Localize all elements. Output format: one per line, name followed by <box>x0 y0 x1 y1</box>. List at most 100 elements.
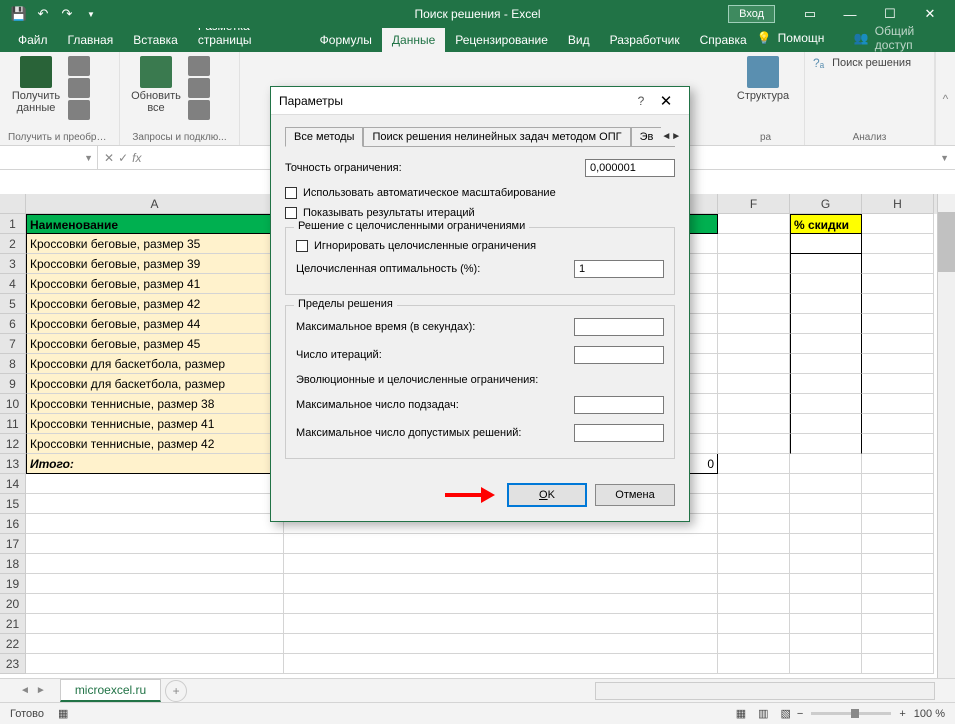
max-subproblems-input[interactable] <box>574 396 664 414</box>
cell[interactable] <box>790 554 862 574</box>
cell[interactable] <box>26 534 284 554</box>
dialog-close-icon[interactable]: ✕ <box>651 92 681 110</box>
cell[interactable]: % скидки <box>790 214 862 234</box>
zoom-in-icon[interactable]: + <box>899 708 905 720</box>
cell[interactable] <box>862 554 934 574</box>
cell[interactable] <box>284 634 718 654</box>
tab-all-methods[interactable]: Все методы <box>285 127 363 147</box>
tab-insert[interactable]: Вставка <box>123 28 188 52</box>
cell[interactable] <box>718 294 790 314</box>
cell[interactable] <box>718 234 790 254</box>
integer-optimality-input[interactable] <box>574 260 664 278</box>
cell[interactable] <box>790 614 862 634</box>
tell-me-icon[interactable]: 💡 <box>757 31 772 45</box>
cell[interactable] <box>718 654 790 674</box>
cell[interactable]: Кроссовки беговые, размер 42 <box>26 294 284 314</box>
cell[interactable] <box>862 594 934 614</box>
cell[interactable] <box>284 574 718 594</box>
tab-data[interactable]: Данные <box>382 28 445 52</box>
row-header[interactable]: 9 <box>0 374 26 394</box>
tab-home[interactable]: Главная <box>58 28 124 52</box>
cell[interactable] <box>790 654 862 674</box>
max-feasible-input[interactable] <box>574 424 664 442</box>
cell[interactable] <box>26 654 284 674</box>
cell[interactable]: Наименование <box>26 214 284 234</box>
tab-formulas[interactable]: Формулы <box>310 28 382 52</box>
cell[interactable] <box>790 474 862 494</box>
name-box[interactable]: ▼ <box>0 146 98 169</box>
new-sheet-icon[interactable]: + <box>165 680 187 702</box>
fx-icon[interactable]: fx <box>132 151 141 165</box>
cell[interactable] <box>790 294 862 314</box>
get-data-button[interactable]: Получить данные <box>8 56 64 114</box>
cell[interactable] <box>862 414 934 434</box>
cell[interactable]: Кроссовки для баскетбола, размер <box>26 374 284 394</box>
cell[interactable] <box>862 494 934 514</box>
tab-view[interactable]: Вид <box>558 28 600 52</box>
row-header[interactable]: 20 <box>0 594 26 614</box>
tab-developer[interactable]: Разработчик <box>600 28 690 52</box>
cell[interactable] <box>284 654 718 674</box>
cell[interactable] <box>718 454 790 474</box>
cell[interactable] <box>718 414 790 434</box>
cell[interactable] <box>718 494 790 514</box>
cell[interactable] <box>862 474 934 494</box>
iterations-input[interactable] <box>574 346 664 364</box>
cell[interactable] <box>284 594 718 614</box>
cell[interactable] <box>718 534 790 554</box>
cell[interactable] <box>718 254 790 274</box>
row-header[interactable]: 10 <box>0 394 26 414</box>
cell[interactable] <box>862 434 934 454</box>
row-header[interactable]: 23 <box>0 654 26 674</box>
ignore-integer-checkbox[interactable]: Игнорировать целочисленные ограничения <box>296 240 664 252</box>
cell[interactable] <box>790 594 862 614</box>
row-header[interactable]: 19 <box>0 574 26 594</box>
cancel-button[interactable]: Отмена <box>595 484 675 506</box>
row-header[interactable]: 6 <box>0 314 26 334</box>
cell[interactable] <box>790 254 862 274</box>
cell[interactable] <box>862 394 934 414</box>
row-header[interactable]: 11 <box>0 414 26 434</box>
ribbon-options-icon[interactable]: ▭ <box>790 0 830 28</box>
row-header[interactable]: 5 <box>0 294 26 314</box>
row-header[interactable]: 22 <box>0 634 26 654</box>
collapse-ribbon-icon[interactable]: ^ <box>935 52 955 145</box>
view-page-break-icon[interactable]: ▧ <box>775 707 797 720</box>
zoom-slider[interactable] <box>811 712 891 715</box>
cell[interactable] <box>862 534 934 554</box>
from-web-icon[interactable] <box>68 78 90 98</box>
queries-icon[interactable] <box>188 56 210 76</box>
row-header[interactable]: 15 <box>0 494 26 514</box>
solver-icon[interactable]: ?ₐ <box>813 56 824 70</box>
cell[interactable] <box>862 234 934 254</box>
cell[interactable] <box>862 354 934 374</box>
solver-button[interactable]: Поиск решения <box>832 57 911 69</box>
cell[interactable] <box>718 614 790 634</box>
row-header[interactable]: 1 <box>0 214 26 234</box>
cell[interactable] <box>790 534 862 554</box>
cell[interactable] <box>718 214 790 234</box>
cell[interactable] <box>790 634 862 654</box>
view-page-layout-icon[interactable]: ▥ <box>752 707 774 720</box>
cell[interactable] <box>284 534 718 554</box>
cell[interactable] <box>862 614 934 634</box>
cell[interactable] <box>862 634 934 654</box>
cell[interactable]: Кроссовки для баскетбола, размер <box>26 354 284 374</box>
cell[interactable]: Кроссовки беговые, размер 41 <box>26 274 284 294</box>
cell[interactable]: Итого: <box>26 454 284 474</box>
cell[interactable] <box>26 574 284 594</box>
cell[interactable] <box>862 574 934 594</box>
cell[interactable] <box>26 554 284 574</box>
login-button[interactable]: Вход <box>728 5 775 23</box>
row-header[interactable]: 8 <box>0 354 26 374</box>
tab-help[interactable]: Справка <box>690 28 757 52</box>
cell[interactable]: Кроссовки теннисные, размер 38 <box>26 394 284 414</box>
zoom-level[interactable]: 100 % <box>914 708 945 720</box>
cell[interactable] <box>718 434 790 454</box>
cell[interactable] <box>790 514 862 534</box>
edit-links-icon[interactable] <box>188 100 210 120</box>
cell[interactable] <box>718 334 790 354</box>
cell[interactable] <box>718 594 790 614</box>
cell[interactable] <box>790 334 862 354</box>
col-f[interactable]: F <box>718 194 790 214</box>
